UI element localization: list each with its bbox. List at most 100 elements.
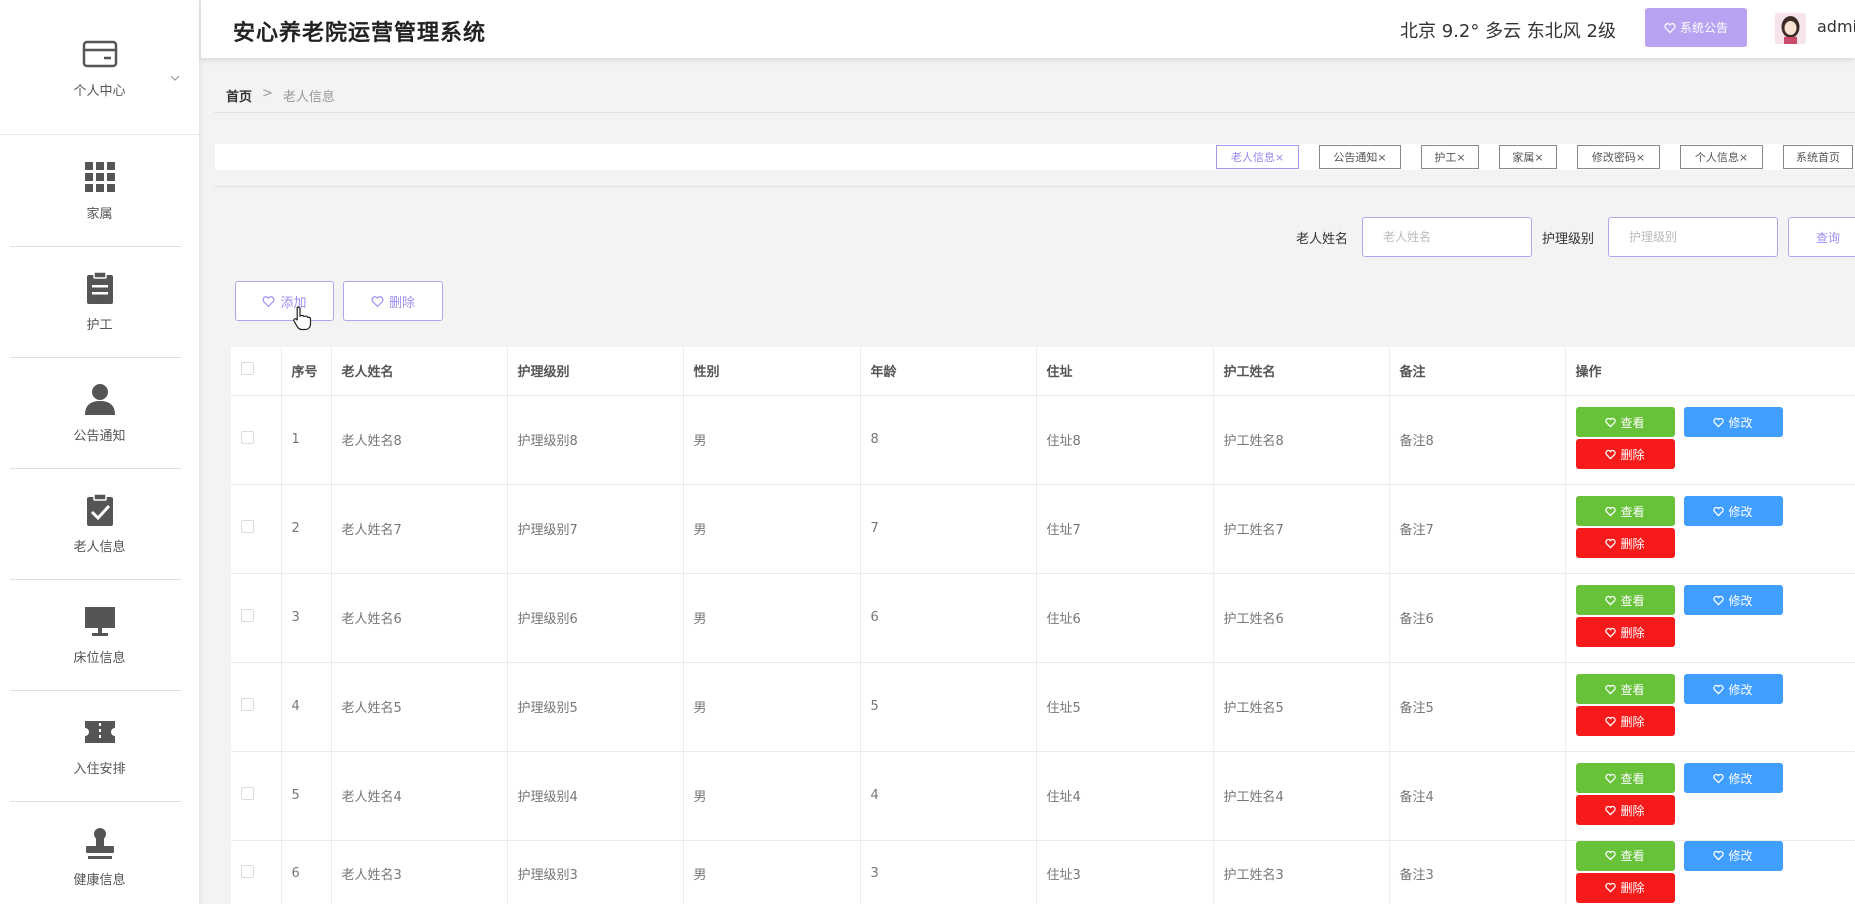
row-checkbox[interactable]: [231, 573, 282, 663]
clipboard-check-icon: [86, 493, 113, 526]
heart-icon: [1713, 850, 1725, 861]
breadcrumb-home[interactable]: 首页: [226, 86, 252, 105]
edit-button[interactable]: 修改: [1683, 674, 1783, 704]
sidebar-item-nurse[interactable]: 护工: [0, 246, 199, 357]
data-table-wrap: 序号 老人姓名 护理级别 性别 年龄 住址 护工姓名 备注 操作 1 老人姓名8 护…: [231, 347, 1855, 904]
row-delete-button[interactable]: 删除: [1575, 617, 1675, 647]
heart-icon: [1605, 538, 1617, 549]
chevron-down-icon[interactable]: [169, 72, 181, 84]
view-label: 查看: [1620, 682, 1645, 697]
edit-button[interactable]: 修改: [1683, 496, 1783, 526]
cell-nurse: 护工姓名8: [1213, 395, 1390, 485]
column-header: 住址: [1036, 347, 1214, 396]
avatar[interactable]: [1775, 13, 1806, 44]
query-button[interactable]: 查询: [1788, 217, 1855, 257]
view-button[interactable]: 查看: [1575, 407, 1675, 437]
view-button[interactable]: 查看: [1575, 496, 1675, 526]
edit-button[interactable]: 修改: [1683, 585, 1783, 615]
sidebar-item-announcement[interactable]: 公告通知: [0, 357, 199, 468]
view-button[interactable]: 查看: [1575, 585, 1675, 615]
user-icon: [84, 384, 115, 415]
row-checkbox[interactable]: [231, 751, 282, 841]
delete-button[interactable]: 删除: [343, 281, 443, 321]
row-checkbox[interactable]: [231, 484, 282, 574]
view-button[interactable]: 查看: [1575, 763, 1675, 793]
cell-name: 老人姓名8: [331, 395, 508, 485]
tag-system-home[interactable]: 系统首页: [1783, 145, 1853, 169]
row-checkbox[interactable]: [231, 840, 282, 904]
mouse-cursor-icon: [293, 306, 312, 331]
edit-label: 修改: [1728, 771, 1753, 786]
monitor-icon: [84, 607, 115, 636]
heart-icon: [1605, 449, 1617, 460]
column-header: 性别: [683, 347, 861, 396]
tag-change-password[interactable]: 修改密码×: [1577, 145, 1660, 169]
sidebar-item-personal-center[interactable]: 个人中心: [0, 0, 199, 135]
cell-age: 8: [860, 395, 1037, 485]
cell-age: 6: [860, 573, 1037, 663]
heart-icon: [1713, 595, 1725, 606]
data-table: 序号 老人姓名 护理级别 性别 年龄 住址 护工姓名 备注 操作 1 老人姓名8 护…: [231, 347, 1855, 904]
cell-nurse: 护工姓名5: [1213, 662, 1390, 752]
table-header-row: 序号 老人姓名 护理级别 性别 年龄 住址 护工姓名 备注 操作: [231, 347, 1855, 396]
care-level-input[interactable]: [1608, 217, 1778, 257]
sidebar-item-elder-info[interactable]: 老人信息: [0, 468, 199, 579]
heart-icon: [1605, 595, 1617, 606]
row-delete-button[interactable]: 删除: [1575, 706, 1675, 736]
table-row: 3 老人姓名6 护理级别6 男 6 住址6 护工姓名6 备注6 查看 修改 删除: [231, 573, 1855, 663]
sidebar-item-check-in[interactable]: 入住安排: [0, 690, 199, 801]
sidebar-item-label: 入住安排: [73, 762, 126, 777]
row-delete-button[interactable]: 删除: [1575, 872, 1675, 903]
system-notice-button[interactable]: 系统公告: [1645, 8, 1747, 47]
sidebar-item-bed-info[interactable]: 床位信息: [0, 579, 199, 690]
row-delete-button[interactable]: 删除: [1575, 795, 1675, 825]
delete-label: 删除: [1620, 714, 1645, 729]
cell-nurse: 护工姓名7: [1213, 484, 1390, 574]
view-button[interactable]: 查看: [1575, 674, 1675, 704]
delete-label: 删除: [1620, 625, 1645, 640]
username[interactable]: admin: [1817, 17, 1855, 36]
cell-gender: 男: [683, 395, 861, 485]
add-button[interactable]: 添加: [235, 281, 334, 321]
edit-label: 修改: [1728, 682, 1753, 697]
edit-button[interactable]: 修改: [1683, 407, 1783, 437]
sidebar-item-label: 公告通知: [73, 429, 126, 444]
edit-button[interactable]: 修改: [1683, 840, 1783, 871]
sidebar-item-family[interactable]: 家属: [0, 135, 199, 246]
tag-announcement[interactable]: 公告通知×: [1319, 145, 1401, 169]
tag-elder-info[interactable]: 老人信息×: [1216, 145, 1299, 169]
sidebar-item-label: 健康信息: [73, 873, 126, 888]
sidebar-item-label: 家属: [86, 207, 113, 222]
cell-level: 护理级别3: [507, 840, 684, 904]
cell-address: 住址4: [1036, 751, 1214, 841]
row-checkbox[interactable]: [231, 662, 282, 752]
row-checkbox[interactable]: [231, 395, 282, 485]
sidebar-item-label: 个人中心: [73, 83, 126, 99]
cell-remark: 备注8: [1389, 395, 1566, 485]
view-label: 查看: [1620, 415, 1645, 430]
delete-button-label: 删除: [388, 294, 415, 310]
select-all-checkbox[interactable]: [231, 347, 282, 396]
elder-name-input[interactable]: [1362, 217, 1532, 257]
elder-name-label: 老人姓名: [1296, 232, 1349, 247]
view-button[interactable]: 查看: [1575, 840, 1675, 871]
heart-icon: [263, 295, 275, 307]
cell-name: 老人姓名7: [331, 484, 508, 574]
heart-icon: [1605, 882, 1617, 893]
sidebar: 个人中心 家属 护工 公告通知 老人信息 床位信息 入住安排 健康信息: [0, 0, 200, 904]
edit-label: 修改: [1728, 415, 1753, 430]
delete-label: 删除: [1620, 536, 1645, 551]
cell-address: 住址3: [1036, 840, 1214, 904]
tag-nurse[interactable]: 护工×: [1421, 145, 1479, 169]
cell-remark: 备注6: [1389, 573, 1566, 663]
sidebar-item-health-info[interactable]: 健康信息: [0, 801, 199, 904]
row-delete-button[interactable]: 删除: [1575, 528, 1675, 558]
edit-button[interactable]: 修改: [1683, 763, 1783, 793]
cell-ops: 查看 修改删除: [1565, 662, 1855, 752]
tag-family[interactable]: 家属×: [1499, 145, 1557, 169]
heart-icon: [1713, 506, 1725, 517]
tag-personal-info[interactable]: 个人信息×: [1680, 145, 1763, 169]
sidebar-item-label: 床位信息: [73, 651, 126, 666]
row-delete-button[interactable]: 删除: [1575, 439, 1675, 469]
heart-icon: [371, 295, 384, 307]
